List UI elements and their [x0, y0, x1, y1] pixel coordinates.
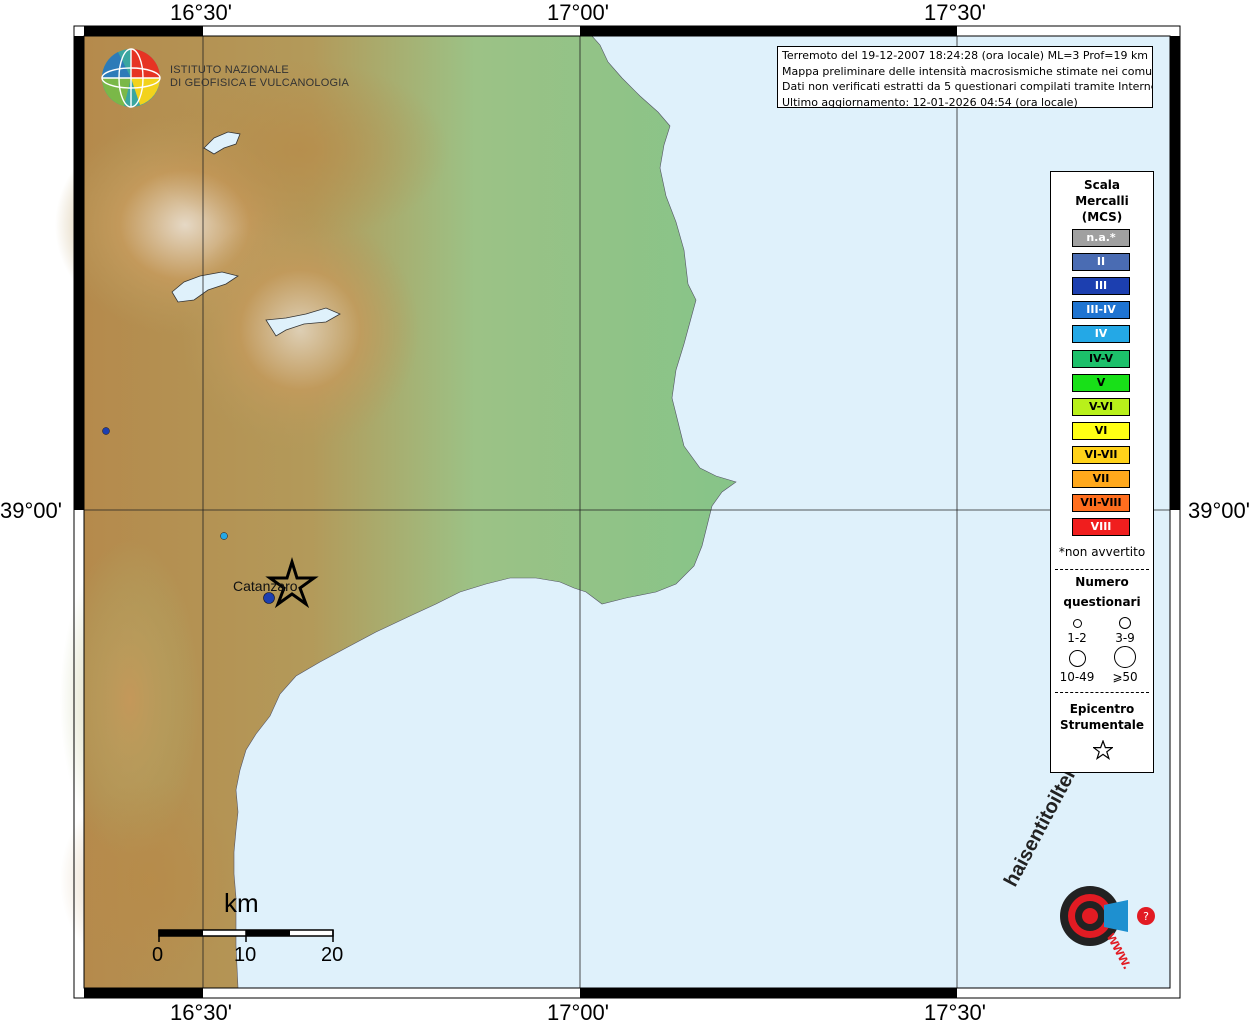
- legend-title-3: (MCS): [1081, 210, 1123, 224]
- legend-title-1: Scala: [1083, 178, 1121, 192]
- sila-east: [180, 210, 420, 450]
- count-circle-xlarge: [1114, 646, 1136, 668]
- ingv-globe-icon: [101, 48, 161, 108]
- count-label-3-9: 3-9: [1115, 631, 1135, 645]
- axis-right-3900: 39°00': [1188, 498, 1250, 523]
- legend-epicenter-star-icon: [1093, 740, 1113, 760]
- count-title-2: questionari: [1063, 595, 1141, 609]
- axis-bottom-1700: 17°00': [547, 1000, 609, 1025]
- place-label-catanzaro: Catanzaro: [233, 578, 298, 594]
- info-line2: Mappa preliminare delle intensità macros…: [782, 64, 1153, 78]
- count-label-50: ⩾50: [1112, 670, 1138, 684]
- event-info-box: Terremoto del 19-12-2007 18:24:28 (ora l…: [777, 46, 1153, 108]
- count-circle-medium: [1119, 617, 1131, 629]
- count-title-1: Numero: [1075, 575, 1129, 589]
- legend-swatch-viii: VIII: [1072, 518, 1130, 537]
- svg-text:?: ?: [1143, 910, 1149, 923]
- axis-top-1700: 17°00': [547, 0, 609, 25]
- axis-bottom-1730: 17°30': [924, 1000, 986, 1025]
- axis-left-3900: 39°00': [0, 498, 62, 523]
- legend-swatch-n-a-: n.a.*: [1072, 229, 1130, 247]
- south-ridge: [60, 780, 240, 980]
- intensity-point-iv[interactable]: [220, 532, 228, 540]
- legend-title-2: Mercalli: [1075, 194, 1129, 208]
- legend-swatch-vi: VI: [1072, 421, 1130, 440]
- epicenter-title-2: Strumentale: [1059, 718, 1145, 732]
- legend-divider-2: [1055, 692, 1149, 693]
- info-line1: Terremoto del 19-12-2007 18:24:28 (ora l…: [782, 49, 1149, 62]
- mcs-legend: Scala Mercalli (MCS) n.a.* II III III-IV IV I…: [1050, 171, 1154, 773]
- legend-swatch-ii: II: [1072, 253, 1130, 272]
- axis-top-1630: 16°30': [170, 0, 232, 25]
- legend-swatch-iii: III: [1072, 277, 1130, 296]
- legend-swatch-vi-vii: VI-VII: [1072, 445, 1130, 464]
- legend-swatch-vii: VII: [1072, 470, 1130, 488]
- ingv-line1: ISTITUTO NAZIONALE: [170, 64, 289, 76]
- ingv-logo-text: ISTITUTO NAZIONALE DI GEOFISICA E VULCAN…: [170, 64, 349, 90]
- legend-swatch-vii-viii: VII-VIII: [1072, 494, 1130, 513]
- axis-top-1730: 17°30': [924, 0, 986, 25]
- scalebar-tick-0: 0: [152, 944, 164, 966]
- scalebar-unit: km: [224, 888, 259, 918]
- legend-swatch-v: V: [1072, 373, 1130, 392]
- count-label-10-49: 10-49: [1059, 670, 1095, 684]
- info-line4: Ultimo aggiornamento: 12-01-2026 04:54 (…: [782, 95, 1078, 108]
- legend-swatch-iii-iv: III-IV: [1072, 301, 1130, 320]
- info-line3: Dati non verificati estratti da 5 questi…: [782, 80, 1153, 93]
- scalebar-tick-10: 10: [234, 944, 257, 966]
- not-felt-note: *non avvertito: [1058, 545, 1146, 559]
- ingv-line2: DI GEOFISICA E VULCANOLOGIA: [170, 77, 349, 89]
- count-circle-small: [1073, 619, 1082, 628]
- intensity-point-catanzaro[interactable]: [263, 592, 275, 604]
- legend-title: Scala Mercalli (MCS): [1051, 177, 1153, 225]
- count-circle-large: [1069, 650, 1086, 667]
- legend-divider-1: [1055, 569, 1149, 570]
- count-label-1-2: 1-2: [1067, 631, 1087, 645]
- legend-swatch-v-vi: V-VI: [1072, 397, 1130, 416]
- axis-bottom-1630: 16°30': [170, 1000, 232, 1025]
- legend-swatch-iv-v: IV-V: [1072, 349, 1130, 368]
- legend-swatch-iv: IV: [1072, 325, 1130, 344]
- scalebar-tick-20: 20: [321, 944, 344, 966]
- intensity-point-iii[interactable]: [102, 427, 110, 435]
